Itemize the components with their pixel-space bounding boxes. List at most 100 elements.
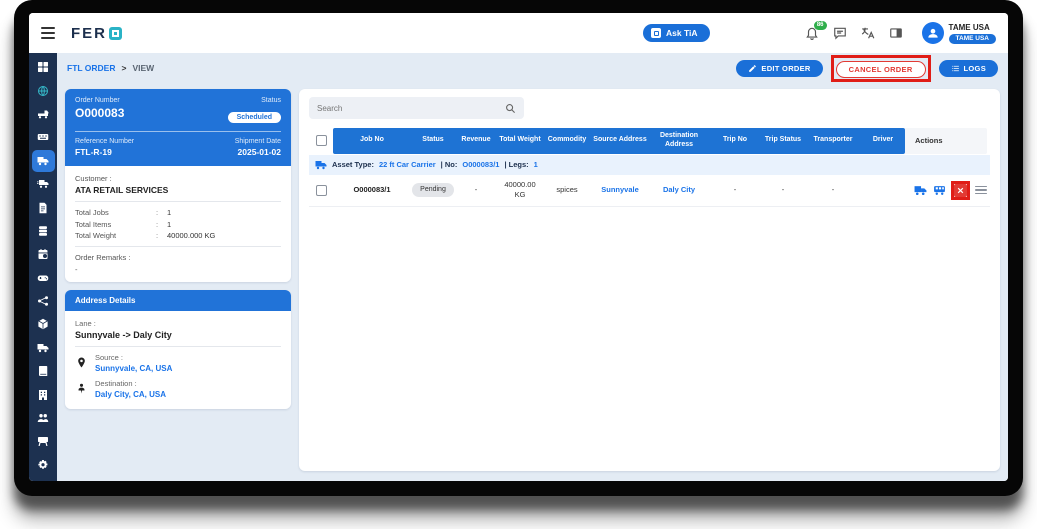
user-name: TAME USA [948,22,990,32]
row-menu-icon[interactable] [975,185,987,195]
gamepad-icon [37,272,49,284]
cube-icon [37,318,49,330]
cell-source-address[interactable]: Sunnyvale [591,183,649,197]
sidebar-item-company[interactable] [32,383,55,405]
edit-order-label: EDIT ORDER [761,63,811,73]
sidebar-item-dashboard[interactable] [32,56,55,78]
person-pin-icon [75,381,87,395]
sidebar-item-operations[interactable] [32,430,55,452]
document-icon [37,202,49,214]
panel-icon[interactable] [889,26,904,41]
sidebar-item-ftl-order[interactable] [31,149,55,172]
assign-driver-icon[interactable] [932,183,946,197]
grid-icon [37,61,49,73]
row-checkbox[interactable] [315,184,327,196]
col-header-transporter: Transporter [813,136,853,144]
col-header-total-weight: Total Weight [499,136,541,144]
sidebar-item-data-store[interactable] [32,220,55,242]
sidebar-item-3d-view[interactable] [32,313,55,335]
col-header-trip-no: Trip No [722,136,748,144]
cancel-order-button[interactable]: CANCEL ORDER [835,60,926,78]
asset-no-label: | No: [440,160,458,169]
app-window: FER Ask TiA 86 TAME USA TAME USA FTL ORD… [29,13,1008,481]
col-header-job-no: Job No [360,136,384,144]
col-header-driver: Driver [872,136,894,144]
assign-vehicle-icon[interactable] [913,183,927,197]
address-details-card: Address Details Lane : Sunnyvale -> Daly… [65,290,291,409]
user-menu[interactable]: TAME USA TAME USA [921,22,996,44]
destination-address-row: Destination : Daly City, CA, USA [75,379,281,399]
truck-fast-icon [37,178,49,190]
truck-icon [315,160,327,169]
tia-bot-icon [651,28,662,38]
sidebar-item-documents[interactable] [32,196,55,218]
ask-tia-button[interactable]: Ask TiA [643,24,710,42]
sidebar-item-transport[interactable] [32,337,55,359]
search-icon [506,103,516,113]
nodes-icon [37,295,49,307]
gear-icon [37,459,49,471]
sidebar-item-tracking[interactable] [32,267,55,289]
select-all-checkbox[interactable] [315,135,327,147]
status-badge: Scheduled [227,112,281,123]
pencil-icon [749,64,757,72]
device-frame: FER Ask TiA 86 TAME USA TAME USA FTL ORD… [14,0,1023,496]
sidebar-item-vehicle[interactable] [32,103,55,125]
customer-label: Customer : [75,174,112,183]
job-status-badge: Pending [412,183,454,197]
row-actions [905,180,987,200]
order-summary-card: Order Number O000083 Status Scheduled Re… [65,89,291,282]
sidebar-item-settings[interactable] [32,454,55,476]
translate-icon[interactable] [861,26,876,41]
breadcrumb-view: VIEW [132,63,155,73]
edit-order-button[interactable]: EDIT ORDER [736,59,823,77]
sidebar-item-integrations[interactable] [32,290,55,312]
asset-type-value[interactable]: 22 ft Car Carrier [379,160,436,169]
source-address-row: Source : Sunnyvale, CA, USA [75,353,281,373]
reference-number-label: Reference Number [75,138,135,145]
sidebar-item-control-panel[interactable] [32,126,55,148]
total-weight-row: Total Weight : 40000.000 KG [75,231,216,240]
search-bar [309,97,524,119]
asset-no-value[interactable]: O000083/1 [462,160,499,169]
bell-icon[interactable]: 86 [805,20,827,41]
col-header-actions: Actions [905,128,987,154]
sidebar-item-teams[interactable] [32,407,55,429]
source-address-link[interactable]: Sunnyvale, CA, USA [95,364,172,373]
order-remarks-value: - [75,265,78,274]
avatar [921,22,944,44]
destination-address-link[interactable]: Daly City, CA, USA [95,390,166,399]
asset-group-row: Asset Type: 22 ft Car Carrier | No: O000… [309,154,990,175]
sidebar-item-planner[interactable] [32,243,55,265]
col-header-source-address: Source Address [593,136,647,144]
jobs-panel: Job No Status Revenue Total Weight Commodity… [299,89,1000,471]
search-input[interactable] [317,103,505,113]
chat-icon[interactable] [833,26,848,41]
globe-icon [37,85,49,97]
truck-flat-icon [37,108,49,120]
table-header-row: Job No Status Revenue Total Weight Commodity… [309,128,990,154]
building-icon [37,389,49,401]
ask-tia-label: Ask TiA [666,28,698,38]
sidebar-item-global-network[interactable] [32,79,55,101]
total-jobs-row: Total Jobs : 1 [75,208,172,217]
people-icon [37,412,49,424]
user-org-badge: TAME USA [948,33,996,44]
order-remarks-label: Order Remarks : [75,253,131,262]
source-label: Source : [95,353,123,362]
breadcrumb-ftl-order[interactable]: FTL ORDER [67,63,115,73]
cell-destination-address[interactable]: Daly City [649,183,709,197]
logs-button[interactable]: LOGS [938,59,998,77]
calendar-icon [37,248,49,260]
top-bar: FER Ask TiA 86 TAME USA TAME USA [29,13,1008,53]
app-logo[interactable]: FER [71,25,122,42]
asset-legs-value[interactable]: 1 [534,160,538,169]
sidebar-item-fleet[interactable] [32,173,55,195]
cell-total-weight: 40000.00 KG [504,180,536,199]
desk-icon [37,435,49,447]
sidebar-item-ledger[interactable] [32,360,55,382]
menu-icon[interactable] [41,27,55,39]
cell-transporter: - [831,185,835,195]
col-header-commodity: Commodity [547,136,587,144]
cancel-job-icon[interactable] [954,183,967,197]
